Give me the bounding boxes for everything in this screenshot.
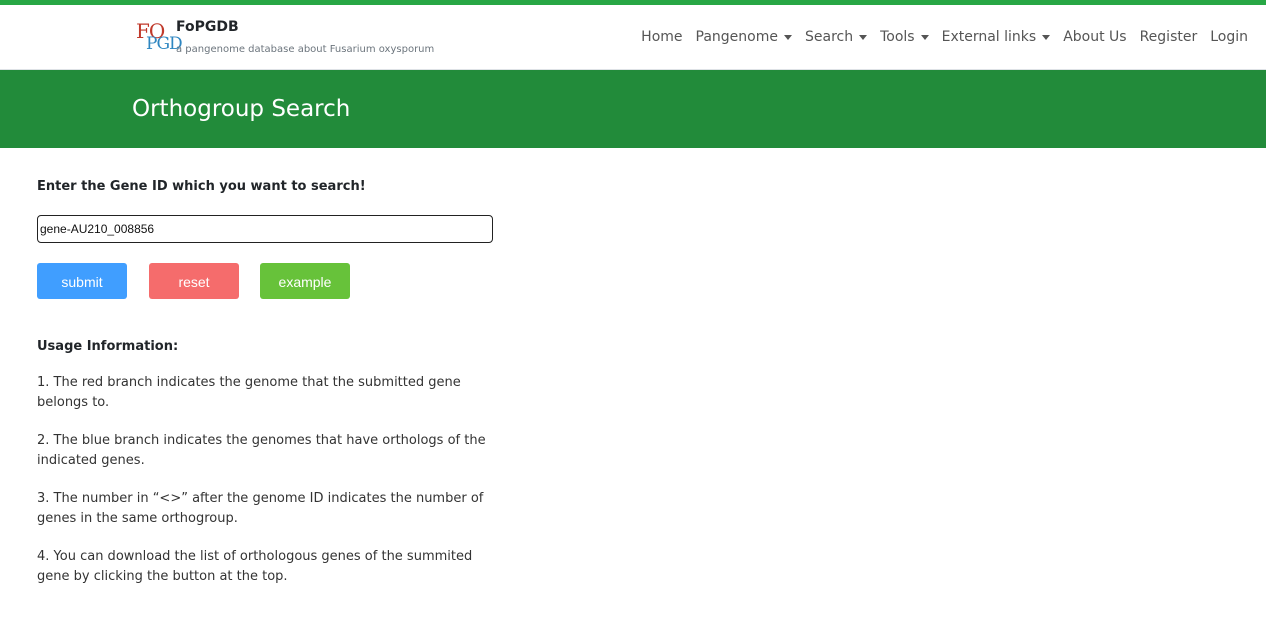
gene-id-label: Enter the Gene ID which you want to sear… bbox=[37, 179, 366, 194]
nav-about-us-label: About Us bbox=[1063, 29, 1127, 45]
nav-login[interactable]: Login bbox=[1210, 29, 1248, 45]
usage-list: 1. The red branch indicates the genome t… bbox=[37, 373, 487, 605]
usage-item: 1. The red branch indicates the genome t… bbox=[37, 375, 461, 410]
caret-down-icon bbox=[859, 34, 868, 40]
nav-menu: Home Pangenome Search Tools External lin… bbox=[628, 29, 1248, 45]
nav-external-links-label: External links bbox=[941, 29, 1037, 45]
nav-search-label: Search bbox=[804, 29, 854, 45]
nav-pangenome-dropdown[interactable]: Pangenome bbox=[696, 29, 792, 45]
nav-about-us[interactable]: About Us bbox=[1063, 29, 1126, 45]
usage-item: 2. The blue branch indicates the genomes… bbox=[37, 433, 486, 468]
site-name[interactable]: FoPGDB bbox=[176, 19, 239, 35]
gene-id-input[interactable] bbox=[37, 215, 493, 243]
navbar: FO PGD FoPGDB a pangenome database about… bbox=[0, 5, 1266, 70]
nav-tools-label: Tools bbox=[880, 29, 915, 45]
nav-register[interactable]: Register bbox=[1140, 29, 1198, 45]
submit-button[interactable]: submit bbox=[37, 263, 127, 299]
fopgd-logo-icon: FO PGD bbox=[136, 21, 183, 57]
site-tagline: a pangenome database about Fusarium oxys… bbox=[176, 44, 435, 55]
usage-item: 4. You can download the list of ortholog… bbox=[37, 549, 473, 584]
nav-search-dropdown[interactable]: Search bbox=[804, 29, 868, 45]
reset-button[interactable]: reset bbox=[149, 263, 239, 299]
page-banner: Orthogroup Search bbox=[0, 70, 1266, 148]
usage-title: Usage Information: bbox=[37, 339, 179, 354]
usage-item: 3. The number in “<>” after the genome I… bbox=[37, 491, 484, 526]
caret-down-icon bbox=[1042, 34, 1051, 40]
nav-pangenome-label: Pangenome bbox=[695, 29, 778, 45]
nav-home-label: Home bbox=[641, 29, 683, 45]
nav-register-label: Register bbox=[1139, 29, 1198, 45]
caret-down-icon bbox=[920, 34, 929, 40]
nav-external-links-dropdown[interactable]: External links bbox=[942, 29, 1051, 45]
nav-login-label: Login bbox=[1210, 29, 1248, 45]
example-button[interactable]: example bbox=[260, 263, 350, 299]
page-title: Orthogroup Search bbox=[132, 96, 351, 122]
caret-down-icon bbox=[783, 34, 792, 40]
nav-home[interactable]: Home bbox=[641, 29, 682, 45]
nav-tools-dropdown[interactable]: Tools bbox=[880, 29, 929, 45]
